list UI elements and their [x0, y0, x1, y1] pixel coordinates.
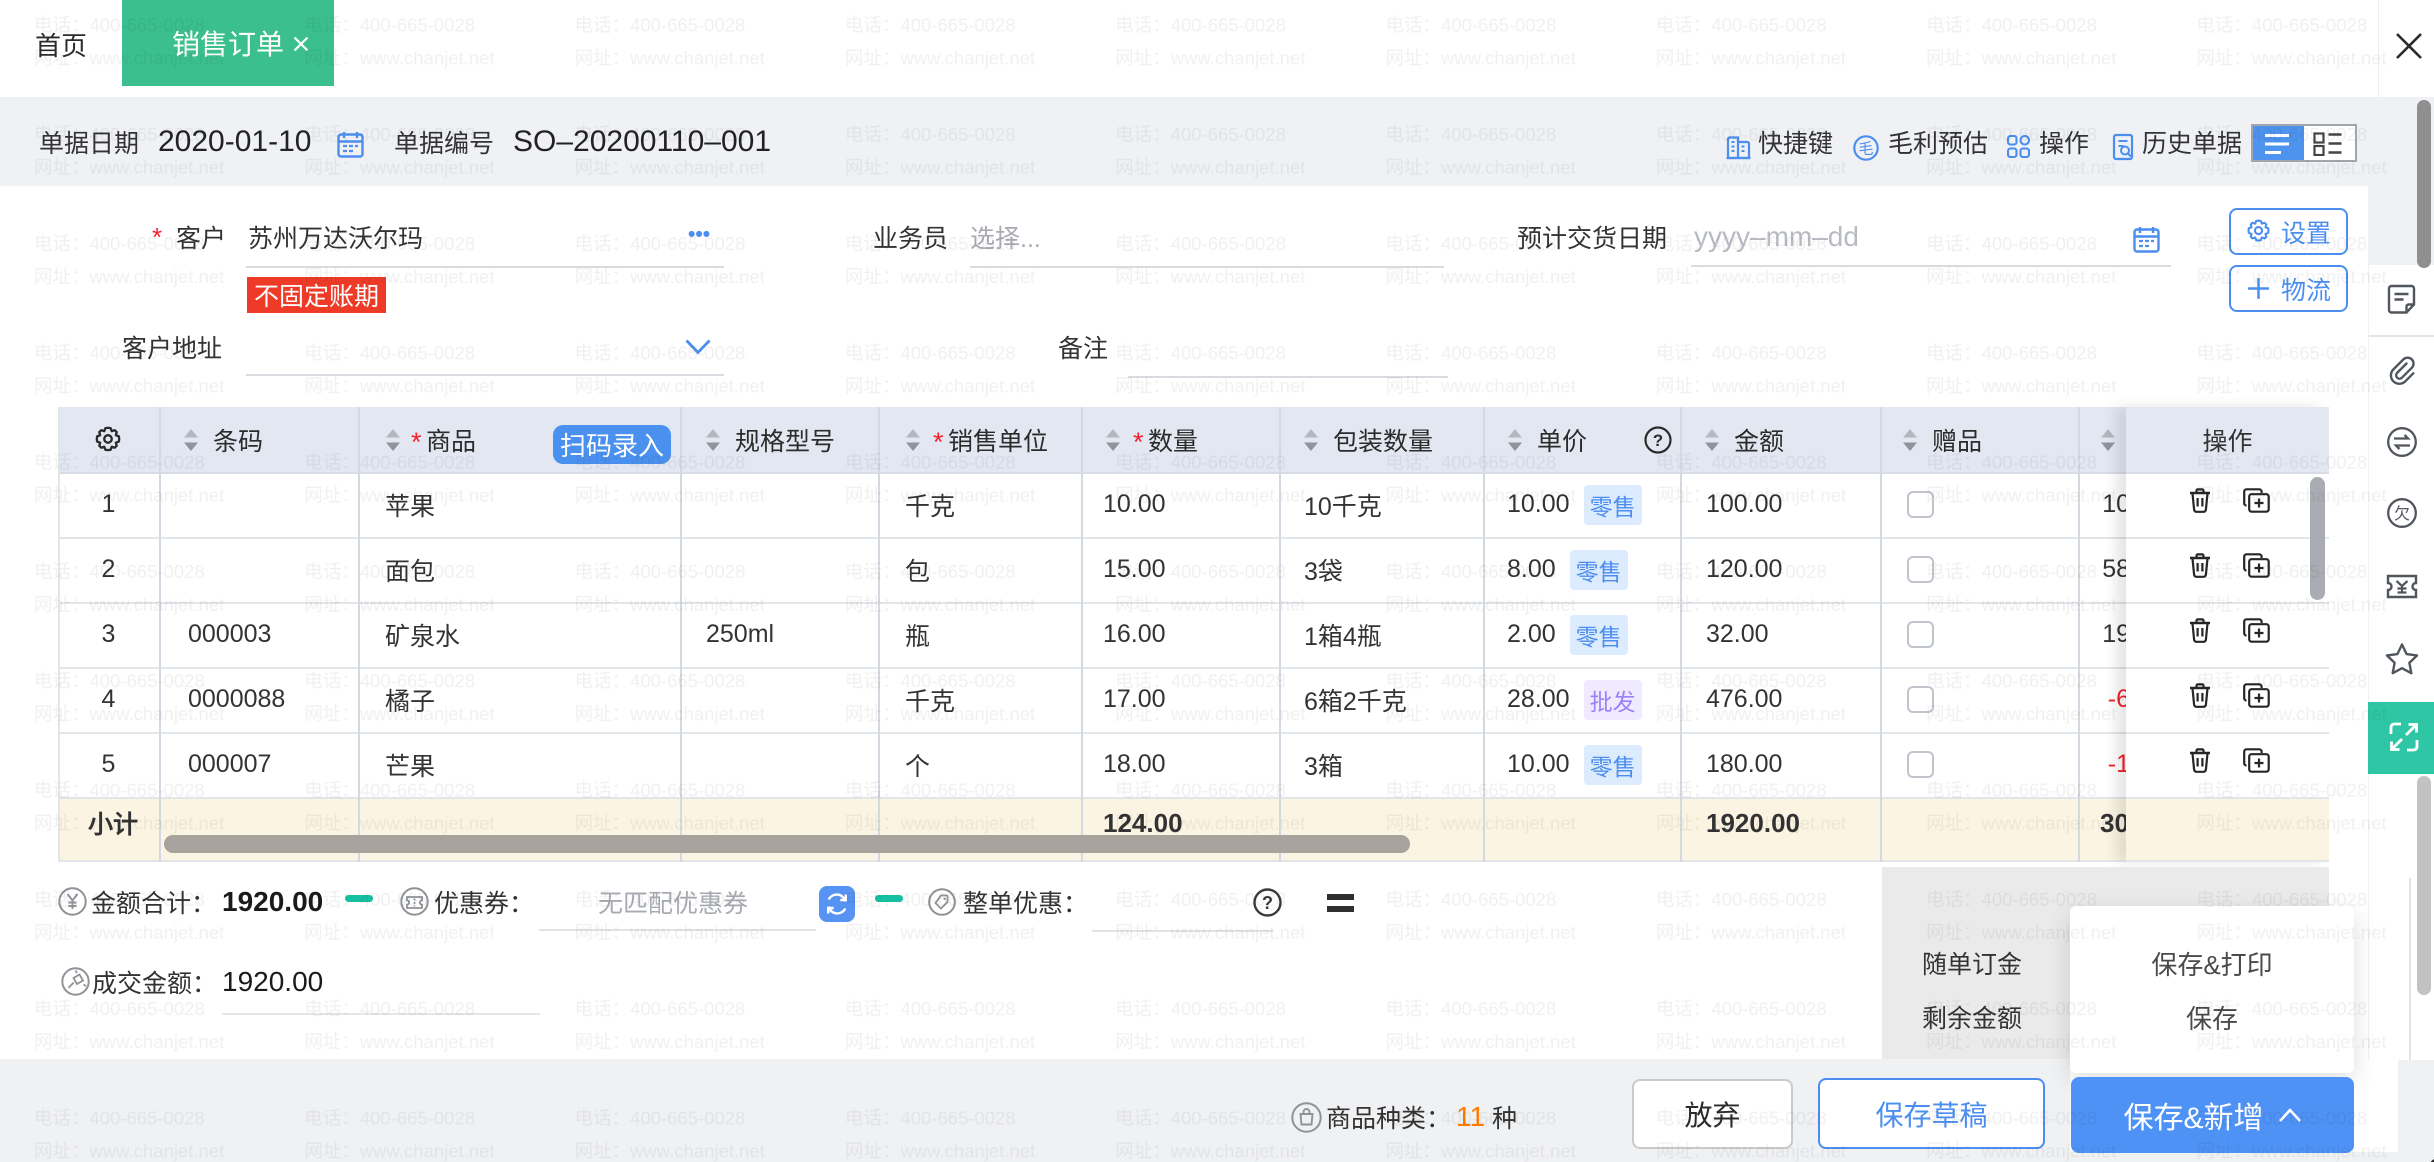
- svg-text:?: ?: [1653, 431, 1663, 450]
- svg-text:毛: 毛: [1858, 141, 1873, 158]
- svg-text:?: ?: [1262, 893, 1273, 913]
- svg-text:欠: 欠: [2394, 505, 2410, 523]
